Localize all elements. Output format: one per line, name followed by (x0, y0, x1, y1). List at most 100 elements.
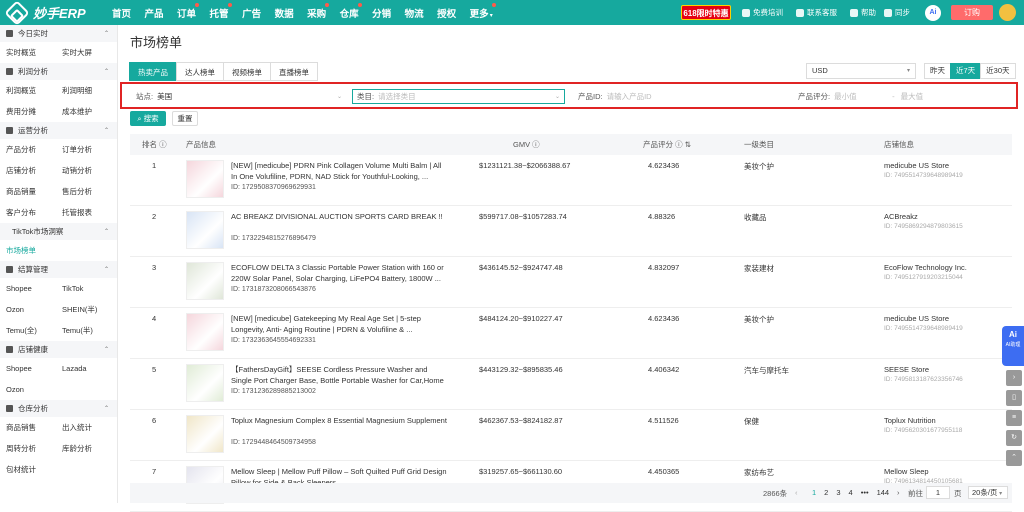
store-name[interactable]: EcoFlow Technology Inc. (884, 263, 967, 272)
sidebar-item[interactable]: 托管报表 (56, 207, 112, 218)
free-training-link[interactable]: 免费培训 (742, 7, 783, 18)
page-number[interactable]: 1 (812, 488, 816, 497)
help-link[interactable]: 帮助 (850, 7, 876, 18)
sidebar-item[interactable]: 利润概览 (0, 85, 56, 96)
store-name[interactable]: ACBreakz (884, 212, 918, 221)
nav-item-10[interactable]: 授权 (437, 6, 456, 20)
sidebar-item[interactable]: Shopee (0, 284, 56, 293)
sidebar-item[interactable]: 产品分析 (0, 144, 56, 155)
ai-assistant-button[interactable]: Ai (925, 5, 941, 21)
page-number[interactable]: 4 (849, 488, 853, 497)
sidebar-section[interactable]: 利润分析 ⌃ (0, 63, 117, 80)
nav-item-11[interactable]: 更多▾ (470, 2, 496, 20)
sidebar-section[interactable]: 仓库分析 ⌃ (0, 400, 117, 417)
sidebar-item[interactable]: Temu(全) (0, 325, 56, 336)
reset-button[interactable]: 重置 (172, 111, 198, 126)
sidebar-item[interactable]: 利润明细 (56, 85, 112, 96)
sidebar-item[interactable]: 出入统计 (56, 422, 112, 433)
page-size-select[interactable]: 20条/页 ▾ (968, 486, 1008, 499)
tab-0[interactable]: 热卖产品 (129, 62, 177, 81)
sidebar-item[interactable]: Lazada (56, 364, 112, 373)
product-id-input[interactable]: 产品ID: 请输入产品ID (578, 89, 788, 104)
nav-item-0[interactable]: 首页 (112, 6, 131, 20)
promo-badge[interactable]: 618限时特惠 (681, 5, 731, 20)
page-number[interactable]: 3 (836, 488, 840, 497)
table-row[interactable]: 1 [NEW] [medicube] PDRN Pink Collagen Vol… (130, 155, 1012, 206)
user-avatar[interactable] (999, 4, 1016, 21)
product-thumbnail[interactable] (186, 364, 224, 402)
store-name[interactable]: medicube US Store (884, 161, 949, 170)
site-select[interactable]: 站点: 美国 ⌄ (136, 89, 346, 104)
rating-min-input[interactable]: 最小值 (834, 91, 886, 102)
col-gmv[interactable]: GMV ⓘ (513, 139, 540, 150)
refresh-icon[interactable]: ↻ (1006, 430, 1022, 446)
product-name-link[interactable]: 【FathersDayGift】SEESE Cordless Pressure … (231, 364, 449, 386)
sidebar-section[interactable]: 店铺健康 ⌃ (0, 341, 117, 358)
ai-assistant-float[interactable]: Ai AI助理 (1002, 326, 1024, 366)
sidebar-item[interactable]: Temu(半) (56, 325, 112, 336)
nav-item-9[interactable]: 物流 (405, 6, 424, 20)
sidebar-item[interactable]: 订单分析 (56, 144, 112, 155)
nav-item-2[interactable]: 订单 (177, 2, 200, 20)
sidebar-item[interactable]: 库龄分析 (56, 443, 112, 454)
goto-page-input[interactable]: 1 (926, 486, 950, 499)
col-score[interactable]: 产品评分 ⓘ ⇅ (643, 139, 691, 150)
prev-page-button[interactable]: ‹ (795, 488, 798, 497)
sidebar-item[interactable]: 动销分析 (56, 165, 112, 176)
tab-1[interactable]: 达人榜单 (176, 62, 224, 81)
nav-item-4[interactable]: 广告 (242, 6, 261, 20)
sidebar-item[interactable]: TikTok (56, 284, 112, 293)
page-number[interactable]: ••• (861, 488, 869, 497)
product-thumbnail[interactable] (186, 415, 224, 453)
nav-item-8[interactable]: 分销 (372, 6, 391, 20)
product-name-link[interactable]: ECOFLOW DELTA 3 Classic Portable Power S… (231, 262, 449, 284)
product-name-link[interactable]: AC BREAKZ DIVISIONAL AUCTION SPORTS CARD… (231, 211, 449, 222)
contact-support-link[interactable]: 联系客服 (796, 7, 837, 18)
table-row[interactable]: 6 Toplux Magnesium Complex 8 Essential Ma… (130, 410, 1012, 461)
col-rank[interactable]: 排名 ⓘ (142, 139, 167, 150)
sidebar-item[interactable]: 店铺分析 (0, 165, 56, 176)
sidebar-item[interactable]: 市场榜单 (0, 245, 56, 256)
product-thumbnail[interactable] (186, 160, 224, 198)
sidebar-item[interactable]: 周转分析 (0, 443, 56, 454)
sidebar-item[interactable]: SHEIN(半) (56, 304, 112, 315)
store-name[interactable]: medicube US Store (884, 314, 949, 323)
sidebar-item[interactable]: Shopee (0, 364, 56, 373)
nav-item-3[interactable]: 托管 (210, 2, 232, 20)
nav-item-6[interactable]: 采购 (307, 2, 330, 20)
tab-3[interactable]: 直播榜单 (270, 62, 318, 81)
search-button[interactable]: ⌕ 搜索 (130, 111, 166, 126)
document-icon[interactable]: ≡ (1006, 410, 1022, 426)
sidebar-section[interactable]: 结算管理 ⌃ (0, 261, 117, 278)
nav-item-7[interactable]: 仓库 (340, 2, 362, 20)
order-button[interactable]: 订购 (951, 5, 993, 20)
sync-link[interactable]: 同步 (884, 7, 910, 18)
product-name-link[interactable]: [NEW] [medicube] PDRN Pink Collagen Volu… (231, 160, 449, 182)
range-0[interactable]: 昨天 (924, 63, 951, 79)
table-row[interactable]: 4 [NEW] [medicube] Gatekeeping My Real Ag… (130, 308, 1012, 359)
brand-logo[interactable]: 妙手ERP (0, 0, 112, 26)
sidebar-item[interactable]: Ozon (0, 305, 56, 314)
range-1[interactable]: 近7天 (950, 63, 982, 79)
sidebar-section[interactable]: 今日实时 ⌃ (0, 25, 117, 42)
back-to-top-icon[interactable]: ⌃ (1006, 450, 1022, 466)
sidebar-item[interactable]: 实时概览 (0, 47, 56, 58)
table-row[interactable]: 3 ECOFLOW DELTA 3 Classic Portable Power … (130, 257, 1012, 308)
sidebar-item[interactable]: 商品销量 (0, 186, 56, 197)
category-select[interactable]: 类目: 请选择类目 ⌄ (352, 89, 565, 104)
product-name-link[interactable]: Toplux Magnesium Complex 8 Essential Mag… (231, 415, 449, 426)
page-number[interactable]: 2 (824, 488, 828, 497)
sidebar-item[interactable]: 售后分析 (56, 186, 112, 197)
product-thumbnail[interactable] (186, 313, 224, 351)
page-number[interactable]: 144 (877, 488, 890, 497)
sidebar-item[interactable]: Ozon (0, 385, 56, 394)
store-name[interactable]: Mellow Sleep (884, 467, 929, 476)
sidebar-item[interactable]: 包材统计 (0, 464, 56, 475)
phone-icon[interactable]: ▯ (1006, 390, 1022, 406)
store-name[interactable]: Toplux Nutrition (884, 416, 936, 425)
table-row[interactable]: 5 【FathersDayGift】SEESE Cordless Pressure… (130, 359, 1012, 410)
nav-item-1[interactable]: 产品 (145, 6, 164, 20)
collapse-icon[interactable]: › (1006, 370, 1022, 386)
currency-select[interactable]: USD ▾ (806, 63, 916, 79)
table-row[interactable]: 2 AC BREAKZ DIVISIONAL AUCTION SPORTS CAR… (130, 206, 1012, 257)
